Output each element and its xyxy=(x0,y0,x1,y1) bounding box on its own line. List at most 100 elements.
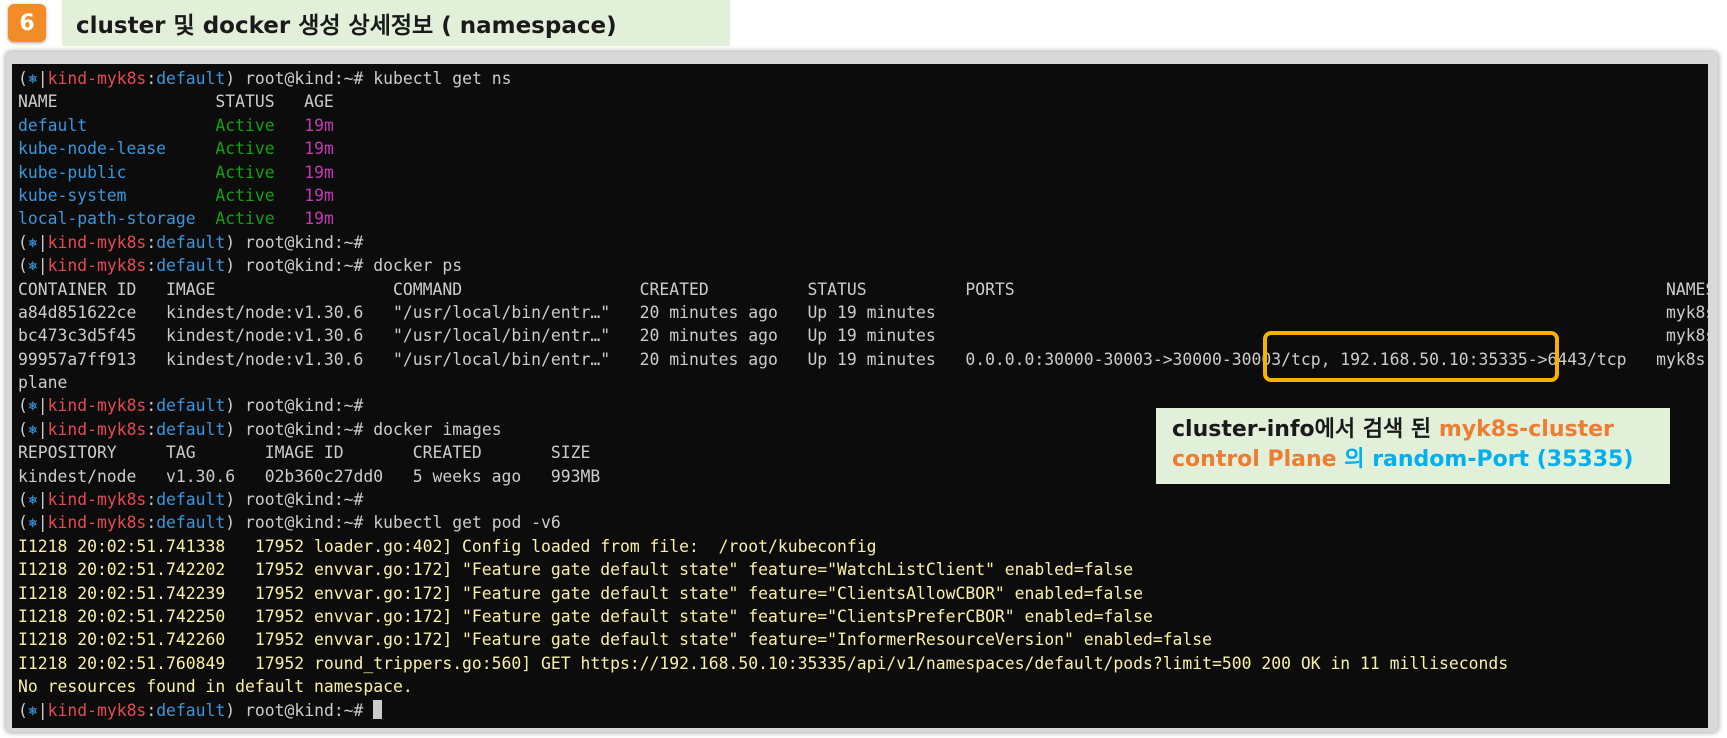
terminal-line: kube-system Active 19m xyxy=(18,184,1708,207)
terminal-line: NAME STATUS AGE xyxy=(18,90,1708,113)
terminal-line: I1218 20:02:51.742260 17952 envvar.go:17… xyxy=(18,628,1708,651)
terminal-text-segment: : xyxy=(146,419,157,439)
terminal-line: (⎈|kind-myk8s:default) root@kind:~# xyxy=(18,231,1708,254)
callout-line-1: cluster-info에서 검색 된 myk8s-cluster xyxy=(1172,415,1654,445)
terminal-text-segment: default xyxy=(18,115,88,135)
terminal-text-segment: ( xyxy=(18,419,28,439)
terminal-text-segment: ⎈ xyxy=(27,256,38,276)
terminal-text-segment: Active xyxy=(215,162,275,182)
terminal-text-segment: ( xyxy=(18,513,28,533)
terminal-line: I1218 20:02:51.760849 17952 round_trippe… xyxy=(18,652,1708,675)
callout-random-port: random-Port (35335) xyxy=(1372,447,1634,472)
terminal-text-segment: kube-node-lease xyxy=(18,139,167,159)
terminal-text-segment: kindest/node v1.30.6 02b360c27dd0 5 week… xyxy=(18,466,601,486)
terminal-text-segment: ⎈ xyxy=(27,490,38,510)
terminal-text-segment: default xyxy=(156,232,226,252)
section-title-bar: cluster 및 docker 생성 상세정보 ( namespace) xyxy=(62,0,730,46)
terminal-line: I1218 20:02:51.742239 17952 envvar.go:17… xyxy=(18,582,1708,605)
terminal-text-segment: | xyxy=(37,396,48,416)
callout-text: cluster-info에서 검색 된 xyxy=(1172,417,1439,442)
terminal-text-segment: | xyxy=(37,419,48,439)
terminal-text-segment: plane xyxy=(18,373,68,393)
terminal-text-segment: kind-myk8s xyxy=(47,513,147,533)
terminal-text-segment: local-path-storage xyxy=(18,209,196,229)
terminal-text-segment: | xyxy=(37,700,48,720)
terminal-text-segment: Active xyxy=(215,209,275,229)
terminal-text-segment: kind-myk8s xyxy=(47,232,147,252)
terminal-text-segment: 19m xyxy=(304,139,334,159)
terminal-line: I1218 20:02:51.742202 17952 envvar.go:17… xyxy=(18,558,1708,581)
terminal-text-segment: ⎈ xyxy=(27,69,38,88)
terminal-screen[interactable]: (⎈|kind-myk8s:default) root@kind:~# kube… xyxy=(12,64,1708,728)
terminal-text-segment: ( xyxy=(18,256,28,276)
terminal-text-segment: default xyxy=(156,419,226,439)
random-port-callout: cluster-info에서 검색 된 myk8s-cluster contro… xyxy=(1156,408,1670,484)
terminal-line: local-path-storage Active 19m xyxy=(18,207,1708,230)
terminal-text-segment: 19m xyxy=(304,209,334,229)
terminal-text-segment: default xyxy=(156,69,226,88)
terminal-text-segment: ) root@kind:~# kubectl get ns xyxy=(225,69,512,88)
terminal-text-segment: CONTAINER ID IMAGE COMMAND CREATED STATU… xyxy=(18,279,1708,299)
terminal-output: (⎈|kind-myk8s:default) root@kind:~# kube… xyxy=(18,67,1708,722)
terminal-line: (⎈|kind-myk8s:default) root@kind:~# kube… xyxy=(18,511,1708,534)
terminal-text-segment: ( xyxy=(18,396,28,416)
terminal-text-segment: NAME STATUS AGE xyxy=(18,92,334,112)
section-title: cluster 및 docker 생성 상세정보 ( namespace) xyxy=(76,13,617,39)
random-port-highlight xyxy=(1263,331,1559,382)
terminal-line: I1218 20:02:51.742250 17952 envvar.go:17… xyxy=(18,605,1708,628)
terminal-text-segment: Active xyxy=(215,139,275,159)
terminal-text-segment: ) root@kind:~# docker images xyxy=(225,419,502,439)
terminal-text-segment: 19m xyxy=(304,162,334,182)
callout-control-plane: control Plane xyxy=(1172,447,1337,472)
terminal-text-segment: REPOSITORY TAG IMAGE ID CREATED SIZE xyxy=(18,443,591,463)
terminal-text-segment: ) root@kind:~# xyxy=(225,232,364,252)
terminal-text-segment: ) root@kind:~# xyxy=(225,700,374,720)
terminal-line: (⎈|kind-myk8s:default) root@kind:~# dock… xyxy=(18,254,1708,277)
terminal-text-segment: kind-myk8s xyxy=(47,396,147,416)
terminal-text-segment: | xyxy=(37,513,48,533)
terminal-text-segment: ⎈ xyxy=(27,232,38,252)
terminal-text-segment: ⎈ xyxy=(27,419,38,439)
terminal-line: (⎈|kind-myk8s:default) root@kind:~# kube… xyxy=(18,67,1708,90)
terminal-text-segment: ) root@kind:~# kubectl get pod -v6 xyxy=(225,513,561,533)
terminal-text-segment: 19m xyxy=(304,115,334,135)
terminal-text-segment: kind-myk8s xyxy=(47,419,147,439)
terminal-text-segment: | xyxy=(37,232,48,252)
terminal-text-segment: I1218 20:02:51.742202 17952 envvar.go:17… xyxy=(18,560,1134,580)
terminal-text-segment: ⎈ xyxy=(27,396,38,416)
callout-particle: 의 xyxy=(1344,447,1365,472)
terminal-text-segment: I1218 20:02:51.742239 17952 envvar.go:17… xyxy=(18,583,1143,603)
terminal-text-segment: default xyxy=(156,700,226,720)
terminal-text-segment: ⎈ xyxy=(27,700,38,720)
step-number-badge: 6 xyxy=(8,4,46,42)
terminal-text-segment: ( xyxy=(18,69,28,88)
terminal-text-segment: default xyxy=(156,396,226,416)
terminal-text-segment: I1218 20:02:51.741338 17952 loader.go:40… xyxy=(18,536,877,556)
terminal-text-segment: ( xyxy=(18,232,28,252)
terminal-text-segment: kind-myk8s xyxy=(47,69,147,88)
terminal-text-segment: default xyxy=(156,256,226,276)
terminal-line: CONTAINER ID IMAGE COMMAND CREATED STATU… xyxy=(18,278,1708,301)
terminal-text-segment: default xyxy=(156,513,226,533)
terminal-line: No resources found in default namespace. xyxy=(18,675,1708,698)
terminal-text-segment: : xyxy=(146,490,157,510)
terminal-text-segment: kind-myk8s xyxy=(47,700,147,720)
terminal-line: default Active 19m xyxy=(18,114,1708,137)
terminal-text-segment: 19m xyxy=(304,185,334,205)
terminal-text-segment: kind-myk8s xyxy=(47,256,147,276)
terminal-line: kube-node-lease Active 19m xyxy=(18,137,1708,160)
terminal-text-segment: kind-myk8s xyxy=(47,490,147,510)
terminal-text-segment: ⎈ xyxy=(27,513,38,533)
terminal-text-segment: ( xyxy=(18,490,28,510)
terminal-line: kube-public Active 19m xyxy=(18,161,1708,184)
terminal-text-segment: : xyxy=(146,69,157,88)
